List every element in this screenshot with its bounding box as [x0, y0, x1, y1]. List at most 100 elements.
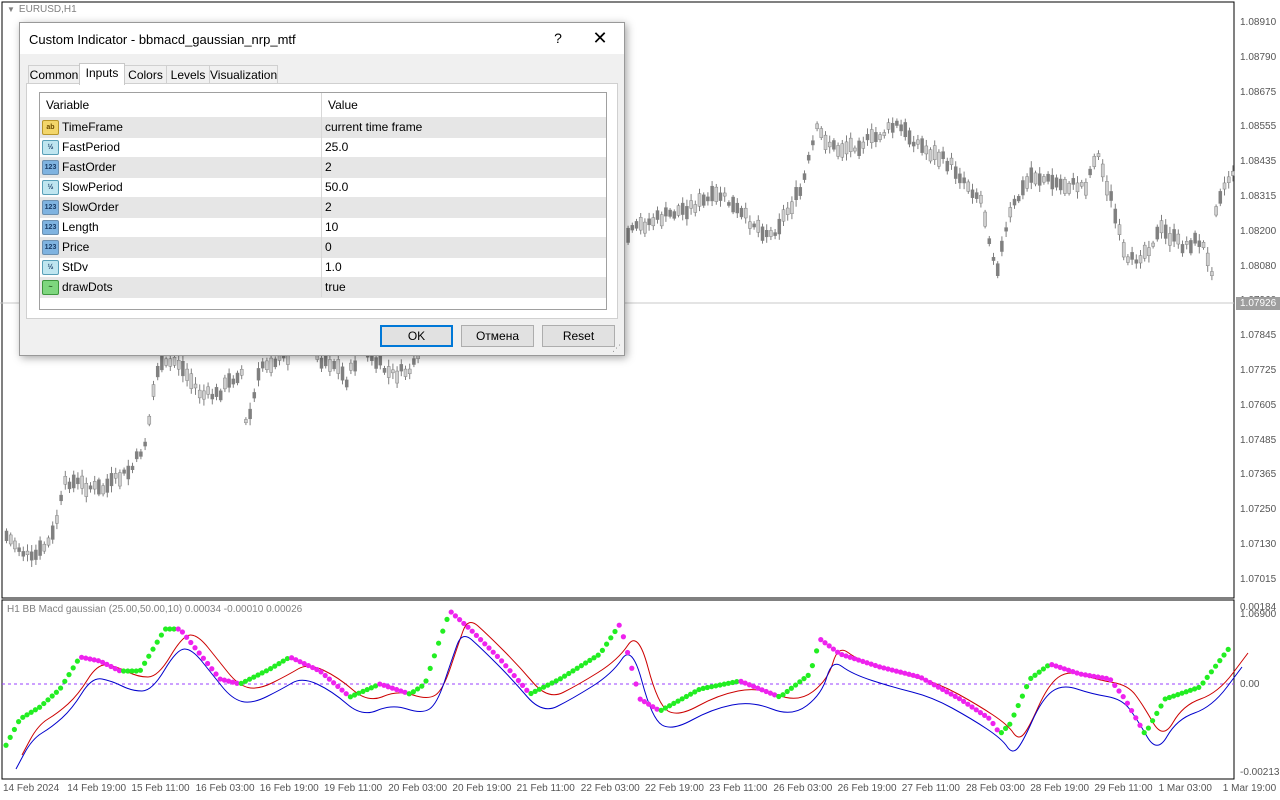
candle-body — [664, 207, 668, 217]
candle-body — [155, 365, 160, 378]
tab-inputs[interactable]: Inputs — [79, 63, 125, 85]
candle-body — [164, 358, 168, 366]
candle-body — [403, 368, 408, 377]
chart-menu-triangle-icon[interactable]: ▼ — [7, 5, 15, 14]
param-row-price[interactable]: 123 Price 0 — [40, 237, 606, 258]
candle-body — [227, 373, 231, 388]
candle-body — [1079, 182, 1084, 187]
macd-dot-down — [1112, 682, 1118, 688]
param-row-timeframe[interactable]: ab TimeFrame current time frame — [40, 117, 606, 138]
macd-dot-up — [599, 647, 606, 653]
param-value[interactable]: true — [325, 280, 346, 294]
param-value[interactable]: 10 — [325, 220, 338, 234]
candle-body — [848, 137, 853, 152]
macd-dot-up — [1196, 684, 1202, 691]
close-icon[interactable]: ✕ — [586, 27, 614, 49]
chart-symbol-title: ▼ EURUSD,H1 — [7, 4, 77, 15]
candle-body — [1075, 182, 1080, 193]
candle-body — [151, 384, 156, 397]
reset-button[interactable]: Reset — [542, 325, 615, 347]
candle-body — [17, 547, 21, 552]
param-name: Length — [62, 220, 99, 234]
candle-body — [743, 207, 748, 219]
candle-body — [832, 140, 836, 150]
param-value[interactable]: current time frame — [325, 120, 422, 134]
candle-body — [1113, 208, 1118, 224]
candle-body — [244, 419, 248, 424]
param-value[interactable]: 50.0 — [325, 180, 348, 194]
macd-dot-down — [473, 632, 479, 638]
candle-body — [823, 134, 828, 150]
candle-body — [995, 263, 1000, 276]
tab-colors[interactable]: Colors — [124, 65, 167, 84]
candle-body — [332, 361, 336, 370]
header-divider[interactable] — [321, 93, 322, 117]
tab-visualization[interactable]: Visualization — [209, 65, 278, 84]
macd-dot-up — [1204, 674, 1210, 680]
candle-body — [378, 355, 383, 366]
candle-body — [827, 141, 832, 148]
indicator-subwindow[interactable] — [0, 599, 1280, 781]
candle-body — [88, 485, 93, 490]
tab-common[interactable]: Common — [28, 65, 80, 84]
candle-body — [197, 389, 202, 399]
help-button[interactable]: ? — [547, 27, 569, 49]
resize-grip-icon[interactable]: ⋰ — [612, 343, 621, 354]
param-row-fastorder[interactable]: 123 FastOrder 2 — [40, 157, 606, 178]
param-value[interactable]: 1.0 — [325, 260, 342, 274]
cancel-button[interactable]: Отмена — [461, 325, 534, 347]
param-row-slowperiod[interactable]: ½ SlowPeriod 50.0 — [40, 177, 606, 198]
candle-body — [353, 360, 357, 372]
candle-body — [168, 358, 173, 367]
macd-dot-down — [335, 683, 341, 690]
candle-body — [735, 202, 740, 214]
tab-levels[interactable]: Levels — [166, 65, 210, 84]
param-value[interactable]: 2 — [325, 160, 332, 174]
candle-body — [1130, 252, 1134, 260]
bool-type-icon: ~ — [42, 280, 59, 295]
candle-body — [1126, 256, 1130, 263]
param-value[interactable]: 25.0 — [325, 140, 348, 154]
candle-body — [113, 473, 118, 479]
candle-body — [25, 550, 30, 555]
candle-body — [118, 472, 122, 487]
macd-dot-up — [1208, 669, 1214, 675]
dialog-title: Custom Indicator - bbmacd_gaussian_nrp_m… — [29, 32, 296, 47]
param-row-stdv[interactable]: ½ StDv 1.0 — [40, 257, 606, 278]
candle-body — [1117, 224, 1122, 235]
candle-body — [899, 124, 903, 132]
candle-body — [722, 192, 727, 197]
macd-dot-down — [452, 613, 458, 619]
macd-dot-up — [1213, 663, 1219, 669]
dialog-titlebar[interactable]: Custom Indicator - bbmacd_gaussian_nrp_m… — [20, 23, 624, 54]
price-axis-label: 1.08910 — [1240, 17, 1277, 28]
candle-body — [916, 139, 920, 145]
candle-body — [1147, 247, 1151, 257]
macd-dot-up — [595, 652, 601, 658]
macd-dot-down — [179, 629, 185, 635]
candle-body — [970, 189, 975, 198]
macd-dot-up — [1011, 712, 1017, 718]
candle-body — [983, 211, 987, 227]
candle-body — [794, 187, 798, 201]
header-variable[interactable]: Variable — [46, 98, 89, 112]
param-row-drawdots[interactable]: ~ drawDots true — [40, 277, 606, 298]
candle-body — [193, 383, 198, 389]
inputs-grid[interactable]: Variable Value ab TimeFrame current time f… — [39, 92, 607, 310]
macd-dot-up — [1007, 721, 1013, 727]
candle-body — [924, 145, 929, 155]
candle-body — [853, 147, 857, 152]
candle-body — [374, 357, 378, 369]
param-row-length[interactable]: 123 Length 10 — [40, 217, 606, 238]
header-value[interactable]: Value — [328, 98, 358, 112]
param-row-sloworder[interactable]: 123 SlowOrder 2 — [40, 197, 606, 218]
macd-dot-up — [780, 692, 786, 698]
param-row-fastperiod[interactable]: ½ FastPeriod 25.0 — [40, 137, 606, 158]
param-value[interactable]: 0 — [325, 240, 332, 254]
candle-body — [50, 525, 55, 540]
macd-dot-down — [318, 669, 324, 675]
ok-button[interactable]: OK — [380, 325, 453, 347]
candle-body — [911, 141, 916, 147]
param-value[interactable]: 2 — [325, 200, 332, 214]
param-name: StDv — [62, 260, 89, 274]
